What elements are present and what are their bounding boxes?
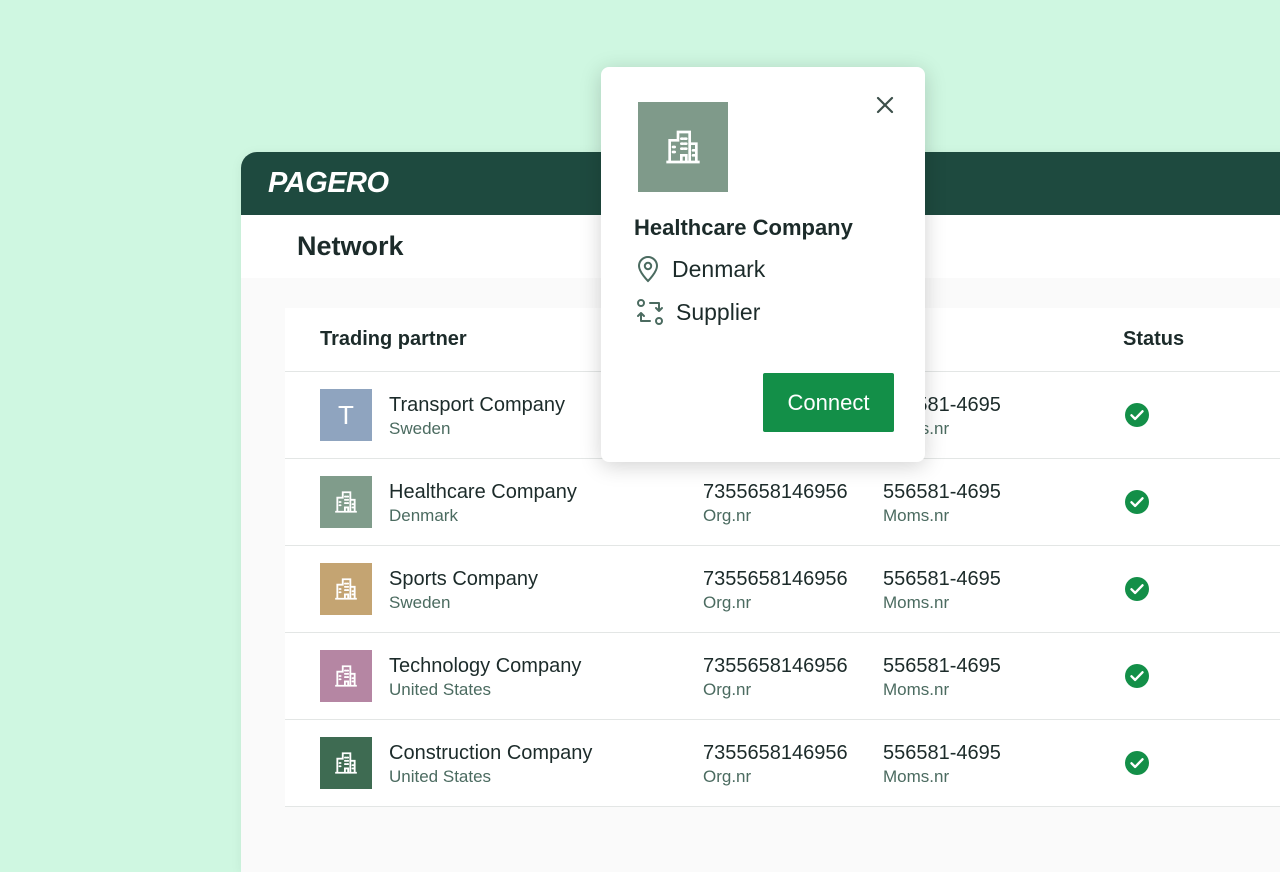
- check-circle-icon: [1125, 751, 1149, 775]
- partner-name[interactable]: Technology Company: [389, 653, 581, 679]
- status-indicator: [1125, 577, 1149, 601]
- vat-number: 556581-4695: [883, 481, 1001, 503]
- partner-cell: Technology Company United States: [389, 653, 581, 701]
- org-number-cell: 7355658146956 Org.nr: [703, 653, 848, 701]
- status-indicator: [1125, 751, 1149, 775]
- popover-title: Healthcare Company: [634, 215, 853, 240]
- close-icon: [876, 96, 894, 114]
- vat-number-label: Moms.nr: [883, 680, 950, 699]
- partner-name[interactable]: Construction Company: [389, 740, 592, 766]
- partner-country: United States: [389, 680, 492, 699]
- building-icon: [666, 130, 700, 164]
- partner-name[interactable]: Transport Company: [389, 392, 565, 418]
- popover-role-text: Supplier: [676, 298, 761, 325]
- check-circle-icon: [1125, 490, 1149, 514]
- status-indicator: [1125, 664, 1149, 688]
- table-row[interactable]: Healthcare Company Denmark 7355658146956 Or…: [285, 459, 1280, 546]
- building-icon: [335, 665, 357, 687]
- table-row[interactable]: Technology Company United States 735565814…: [285, 633, 1280, 720]
- vat-number-label: Moms.nr: [883, 767, 950, 786]
- status-indicator: [1125, 403, 1149, 427]
- org-number-label: Org.nr: [703, 680, 752, 699]
- popover-location: Denmark: [636, 255, 765, 283]
- partner-country: United States: [389, 767, 492, 786]
- check-circle-icon: [1125, 664, 1149, 688]
- vat-number-cell: 556581-4695 Moms.nr: [883, 479, 1001, 527]
- vat-number: 556581-4695: [883, 568, 1001, 590]
- building-icon: [335, 752, 357, 774]
- org-number-label: Org.nr: [703, 767, 752, 786]
- partner-country: Denmark: [389, 506, 458, 525]
- table-row[interactable]: Construction Company United States 7355658…: [285, 720, 1280, 807]
- connect-button[interactable]: Connect: [763, 373, 894, 432]
- org-number: 7355658146956: [703, 568, 848, 590]
- building-icon: [335, 578, 357, 600]
- org-number-cell: 7355658146956 Org.nr: [703, 740, 848, 788]
- pagero-logo[interactable]: PAGERO: [268, 167, 389, 200]
- exchange-icon: [637, 299, 663, 325]
- partner-name[interactable]: Sports Company: [389, 566, 538, 592]
- vat-number: 556581-4695: [883, 655, 1001, 677]
- popover-avatar: [638, 102, 728, 192]
- vat-number-cell: 556581-4695 Moms.nr: [883, 740, 1001, 788]
- partner-avatar: [320, 563, 372, 615]
- partner-name[interactable]: Healthcare Company: [389, 479, 577, 505]
- org-number: 7355658146956: [703, 481, 848, 503]
- check-circle-icon: [1125, 403, 1149, 427]
- check-circle-icon: [1125, 577, 1149, 601]
- location-pin-icon: [637, 256, 659, 283]
- vat-number-cell: 556581-4695 Moms.nr: [883, 653, 1001, 701]
- column-header-status: Status: [1123, 328, 1185, 350]
- close-button[interactable]: [873, 93, 897, 117]
- org-number-cell: 7355658146956 Org.nr: [703, 479, 848, 527]
- org-number: 7355658146956: [703, 742, 848, 764]
- vat-number-cell: 556581-4695 Moms.nr: [883, 566, 1001, 614]
- building-icon: [335, 491, 357, 513]
- table-row[interactable]: Sports Company Sweden 7355658146956 Org.nr 5…: [285, 546, 1280, 633]
- partner-avatar: T: [320, 389, 372, 441]
- org-number-cell: 7355658146956 Org.nr: [703, 566, 848, 614]
- status-indicator: [1125, 490, 1149, 514]
- org-number: 7355658146956: [703, 655, 848, 677]
- partner-country: Sweden: [389, 419, 451, 438]
- avatar-letter: T: [338, 399, 354, 430]
- partner-avatar: [320, 476, 372, 528]
- partner-avatar: [320, 737, 372, 789]
- vat-number-label: Moms.nr: [883, 593, 950, 612]
- popover-role: Supplier: [636, 298, 760, 326]
- page-title: Network: [297, 231, 404, 261]
- column-header-trading-partner: Trading partner: [320, 328, 467, 350]
- vat-number-label: Moms.nr: [883, 506, 950, 525]
- partner-cell: Transport Company Sweden: [389, 392, 565, 440]
- partner-cell: Construction Company United States: [389, 740, 592, 788]
- partner-cell: Sports Company Sweden: [389, 566, 538, 614]
- partner-avatar: [320, 650, 372, 702]
- partner-popover: Healthcare Company Denmark Supplier Conn…: [601, 67, 925, 462]
- partner-cell: Healthcare Company Denmark: [389, 479, 577, 527]
- partner-country: Sweden: [389, 593, 451, 612]
- org-number-label: Org.nr: [703, 593, 752, 612]
- org-number-label: Org.nr: [703, 506, 752, 525]
- popover-location-text: Denmark: [672, 255, 766, 282]
- vat-number: 556581-4695: [883, 742, 1001, 764]
